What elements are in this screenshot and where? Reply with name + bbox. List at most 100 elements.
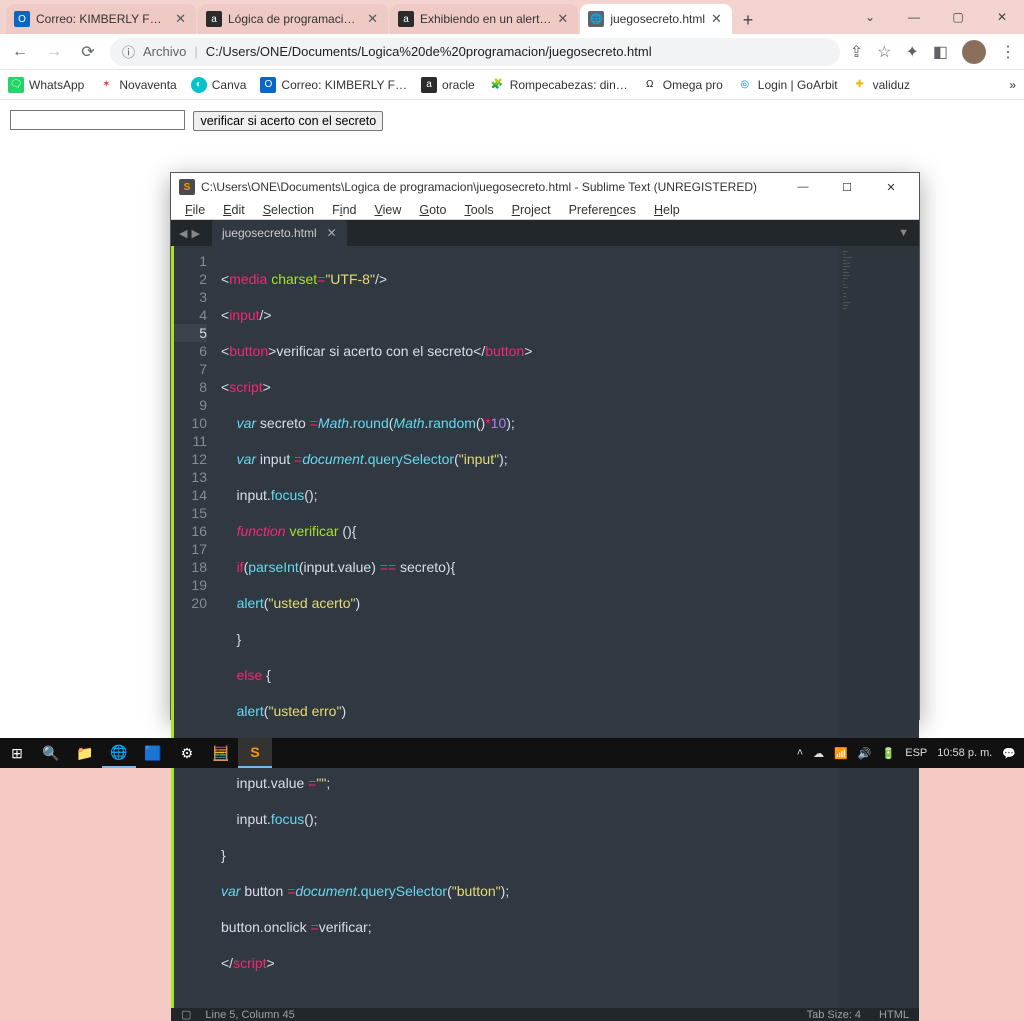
bookmark-label: validuz bbox=[873, 78, 910, 92]
chrome-icon[interactable]: 🌐 bbox=[102, 738, 136, 768]
close-icon[interactable]: ✕ bbox=[871, 173, 911, 201]
editor-tab[interactable]: juegosecreto.html ✕ bbox=[212, 220, 347, 246]
menu-icon[interactable]: ▢ bbox=[181, 1008, 191, 1021]
verify-button[interactable]: verificar si acerto con el secreto bbox=[193, 111, 383, 131]
status-position: Line 5, Column 45 bbox=[205, 1009, 294, 1021]
share-icon[interactable]: ⇪ bbox=[850, 42, 863, 62]
minimap[interactable]: ▬▬▬▬▬▬▬▬▬▬▬▬▬▬▬▬▬▬▬▬▬▬▬▬▬▬▬▬▬▬▬▬▬▬▬▬▬▬▬▬… bbox=[839, 246, 919, 1008]
menu-selection[interactable]: Selection bbox=[255, 201, 322, 219]
close-tab-icon[interactable]: ✕ bbox=[557, 11, 568, 27]
extensions-icon[interactable]: ✦ bbox=[905, 42, 918, 62]
clock[interactable]: 10:58 p. m. bbox=[937, 747, 992, 759]
menu-goto[interactable]: Goto bbox=[411, 201, 454, 219]
omnibox-prefix: Archivo bbox=[143, 44, 186, 59]
tab-dropdown-icon[interactable]: ▼ bbox=[888, 227, 919, 239]
menu-file[interactable]: File bbox=[177, 201, 213, 219]
tab-label: Correo: KIMBERLY FR - … bbox=[36, 12, 169, 26]
close-tab-icon[interactable]: ✕ bbox=[367, 11, 378, 27]
editor-area[interactable]: 1 2 3 4 5 6 7 8 9 10 11 12 13 14 15 16 1… bbox=[171, 246, 919, 1008]
volume-icon[interactable]: 🔊 bbox=[858, 747, 872, 760]
bookmark-label: Login | GoArbit bbox=[758, 78, 838, 92]
wifi-icon[interactable]: 📶 bbox=[834, 747, 848, 760]
minimize-icon[interactable]: — bbox=[783, 173, 823, 201]
calculator-icon[interactable]: 🧮 bbox=[204, 738, 238, 768]
notifications-icon[interactable]: 💬 bbox=[1002, 747, 1016, 760]
bookmark-whatsapp[interactable]: 🗨WhatsApp bbox=[8, 77, 84, 93]
sublime-menu: File Edit Selection Find View Goto Tools… bbox=[171, 201, 919, 220]
editor-tab-label: juegosecreto.html bbox=[222, 226, 317, 240]
browser-tab-1[interactable]: a Lógica de programació… ✕ bbox=[198, 4, 388, 34]
kebab-menu-icon[interactable]: ⋮ bbox=[1000, 42, 1016, 62]
caret-down-icon[interactable]: ⌄ bbox=[848, 0, 892, 34]
browser-tab-0[interactable]: O Correo: KIMBERLY FR - … ✕ bbox=[6, 4, 196, 34]
new-tab-button[interactable]: + bbox=[734, 6, 762, 34]
code-view[interactable]: <media charset="UTF-8"/> <input/> <butto… bbox=[215, 246, 839, 1008]
minimize-icon[interactable]: — bbox=[892, 0, 936, 34]
lineno: 1 bbox=[174, 252, 207, 270]
battery-icon[interactable]: 🔋 bbox=[882, 747, 896, 760]
validuz-icon: ✚ bbox=[852, 77, 868, 93]
bookmark-canva[interactable]: ◐Canva bbox=[191, 77, 247, 93]
bookmark-goarbit[interactable]: ◎ Login | GoArbit bbox=[737, 77, 838, 93]
bookmarks-overflow-icon[interactable]: » bbox=[1009, 78, 1016, 92]
menu-help[interactable]: Help bbox=[646, 201, 688, 219]
omnibox[interactable]: ⓘ Archivo | C:/Users/ONE/Documents/Logic… bbox=[110, 38, 840, 66]
lineno-current: 5 bbox=[174, 324, 207, 342]
bookmark-label: Novaventa bbox=[119, 78, 176, 92]
tray-chevron-icon[interactable]: ˄ bbox=[797, 747, 803, 759]
close-icon[interactable]: ✕ bbox=[980, 0, 1024, 34]
forward-button[interactable]: → bbox=[42, 40, 66, 64]
omega-icon: Ω bbox=[642, 77, 658, 93]
start-button[interactable]: ⊞ bbox=[0, 738, 34, 768]
menu-edit[interactable]: Edit bbox=[215, 201, 253, 219]
tab-label: juegosecreto.html bbox=[610, 12, 705, 26]
tab-label: Lógica de programació… bbox=[228, 12, 361, 26]
tab-prev-icon[interactable]: ◀ bbox=[179, 227, 187, 240]
close-tab-icon[interactable]: ✕ bbox=[711, 11, 722, 27]
lineno: 8 bbox=[174, 378, 207, 396]
guess-input[interactable] bbox=[10, 110, 185, 130]
star-icon[interactable]: ☆ bbox=[877, 42, 891, 62]
lineno: 15 bbox=[174, 504, 207, 522]
bookmark-correo[interactable]: OCorreo: KIMBERLY F… bbox=[260, 77, 407, 93]
menu-tools[interactable]: Tools bbox=[456, 201, 501, 219]
menu-find[interactable]: Find bbox=[324, 201, 364, 219]
maximize-icon[interactable]: ☐ bbox=[827, 173, 867, 201]
search-icon[interactable]: 🔍 bbox=[34, 738, 68, 768]
lineno: 12 bbox=[174, 450, 207, 468]
bookmark-rompecabezas[interactable]: 🧩Rompecabezas: din… bbox=[489, 77, 628, 93]
close-tab-icon[interactable]: ✕ bbox=[327, 226, 337, 240]
explorer-icon[interactable]: 📁 bbox=[68, 738, 102, 768]
sidepanel-icon[interactable]: ◧ bbox=[933, 42, 948, 62]
status-tabsize[interactable]: Tab Size: 4 bbox=[807, 1009, 861, 1021]
menu-preferences[interactable]: Preferences bbox=[561, 201, 644, 219]
lineno: 18 bbox=[174, 558, 207, 576]
bookmark-novaventa[interactable]: ✶Novaventa bbox=[98, 77, 176, 93]
sublime-taskbar-icon[interactable]: S bbox=[238, 738, 272, 768]
settings-icon[interactable]: ⚙ bbox=[170, 738, 204, 768]
reload-button[interactable]: ⟳ bbox=[76, 40, 100, 64]
menu-view[interactable]: View bbox=[366, 201, 409, 219]
bookmark-omegapro[interactable]: ΩOmega pro bbox=[642, 77, 723, 93]
goarbit-icon: ◎ bbox=[737, 77, 753, 93]
alura-icon: a bbox=[421, 77, 437, 93]
back-button[interactable]: ← bbox=[8, 40, 32, 64]
profile-avatar[interactable] bbox=[962, 40, 986, 64]
edge-icon[interactable]: 🟦 bbox=[136, 738, 170, 768]
status-language[interactable]: HTML bbox=[879, 1009, 909, 1021]
sublime-titlebar[interactable]: S C:\Users\ONE\Documents\Logica de progr… bbox=[171, 173, 919, 201]
menu-project[interactable]: Project bbox=[504, 201, 559, 219]
language-indicator[interactable]: ESP bbox=[905, 747, 927, 759]
system-tray: ˄ ☁ 📶 🔊 🔋 ESP 10:58 p. m. 💬 bbox=[797, 747, 1024, 760]
lineno: 19 bbox=[174, 576, 207, 594]
toolbar-right: ⇪ ☆ ✦ ◧ ⋮ bbox=[850, 40, 1016, 64]
bookmark-oracle[interactable]: aoracle bbox=[421, 77, 475, 93]
maximize-icon[interactable]: ▢ bbox=[936, 0, 980, 34]
onedrive-icon[interactable]: ☁ bbox=[813, 747, 824, 760]
browser-tab-3-active[interactable]: 🌐 juegosecreto.html ✕ bbox=[580, 4, 732, 34]
close-tab-icon[interactable]: ✕ bbox=[175, 11, 186, 27]
lineno: 2 bbox=[174, 270, 207, 288]
tab-next-icon[interactable]: ▶ bbox=[191, 227, 199, 240]
browser-tab-2[interactable]: a Exhibiendo en un alert… ✕ bbox=[390, 4, 578, 34]
bookmark-validuz[interactable]: ✚ validuz bbox=[852, 77, 910, 93]
